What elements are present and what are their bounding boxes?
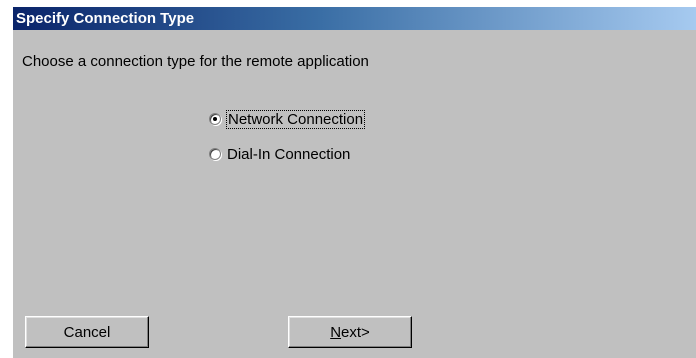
cancel-button[interactable]: Cancel [25,316,149,348]
next-button-label: Next> [330,324,370,341]
network-connection-radio[interactable]: Network Connection [209,109,366,129]
next-mnemonic: N [330,323,342,341]
dialog-title: Specify Connection Type [16,10,195,27]
radio-dot-icon [213,117,217,121]
next-label-rest: ext> [341,323,370,341]
dialog-title-bar: Specify Connection Type [13,7,696,30]
radio-selected-icon[interactable] [209,113,221,125]
cancel-button-label: Cancel [63,323,111,341]
next-button[interactable]: Next> [288,316,412,348]
connection-type-dialog: Specify Connection Type Choose a connect… [13,7,696,358]
network-connection-label[interactable]: Network Connection [225,109,366,129]
dial-in-connection-radio[interactable]: Dial-In Connection [209,144,350,164]
dial-in-connection-label[interactable]: Dial-In Connection [227,146,350,163]
connection-prompt: Choose a connection type for the remote … [22,53,369,70]
radio-unselected-icon[interactable] [209,148,221,160]
